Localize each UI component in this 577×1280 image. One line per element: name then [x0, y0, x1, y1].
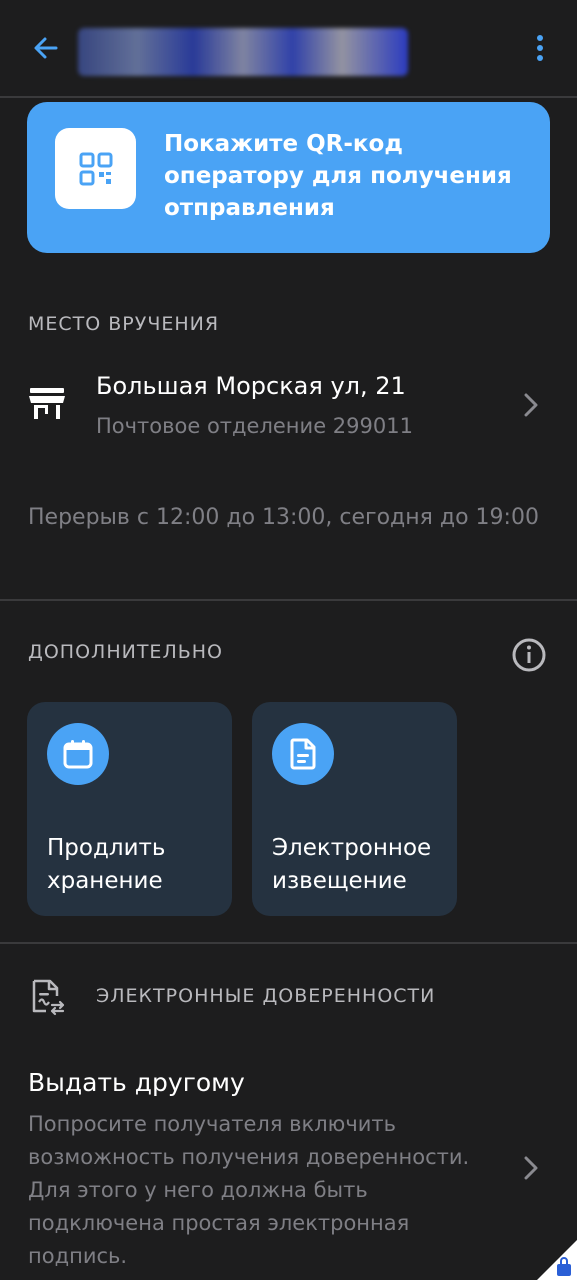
document-icon-badge — [272, 723, 334, 785]
delivery-section-label: МЕСТО ВРУЧЕНИЯ — [28, 313, 220, 335]
calendar-icon-badge — [47, 723, 109, 785]
divider — [0, 599, 577, 601]
electronic-notice-tile[interactable]: Электронное извещение — [252, 702, 457, 916]
qr-banner-text: Покажите QR-код оператору для получения … — [164, 131, 512, 221]
qr-code-banner[interactable]: Покажите QR-код оператору для получения … — [27, 102, 550, 253]
e-document-icon — [32, 979, 65, 1016]
redacted-title — [78, 28, 408, 76]
extend-storage-label: Продлить хранение — [47, 835, 166, 894]
back-button[interactable] — [28, 30, 64, 66]
e-power-section-label: ЭЛЕКТРОННЫЕ ДОВЕРЕННОСТИ — [96, 985, 436, 1007]
shopping-bag-corner-icon — [537, 1240, 577, 1280]
more-options-button[interactable] — [522, 30, 558, 66]
give-to-other-chevron-button[interactable] — [521, 1154, 541, 1182]
arrow-left-icon — [34, 37, 58, 59]
chevron-right-icon — [524, 1156, 538, 1180]
qr-tile — [55, 128, 136, 209]
post-office-name: Почтовое отделение 299011 — [96, 414, 413, 438]
delivery-address[interactable]: Большая Морская ул, 21 — [96, 372, 406, 400]
give-to-other-title[interactable]: Выдать другому — [28, 1068, 245, 1097]
give-to-other-description: Попросите получателя включить возможност… — [28, 1112, 470, 1268]
chevron-right-icon — [524, 393, 538, 417]
delivery-chevron-button[interactable] — [521, 391, 541, 419]
divider — [0, 96, 577, 98]
calendar-icon — [63, 740, 93, 769]
extra-section-label: ДОПОЛНИТЕЛЬНО — [28, 641, 224, 663]
qr-code-icon — [79, 152, 112, 185]
store-icon — [29, 388, 65, 419]
divider — [0, 942, 577, 944]
info-icon — [512, 638, 546, 672]
office-hours: Перерыв с 12:00 до 13:00, сегодня до 19:… — [28, 505, 539, 530]
info-button[interactable] — [511, 637, 547, 677]
electronic-notice-label: Электронное извещение — [272, 835, 432, 894]
document-icon — [290, 738, 316, 770]
more-vertical-icon — [537, 35, 543, 61]
extend-storage-tile[interactable]: Продлить хранение — [27, 702, 232, 916]
top-app-bar — [0, 0, 577, 96]
